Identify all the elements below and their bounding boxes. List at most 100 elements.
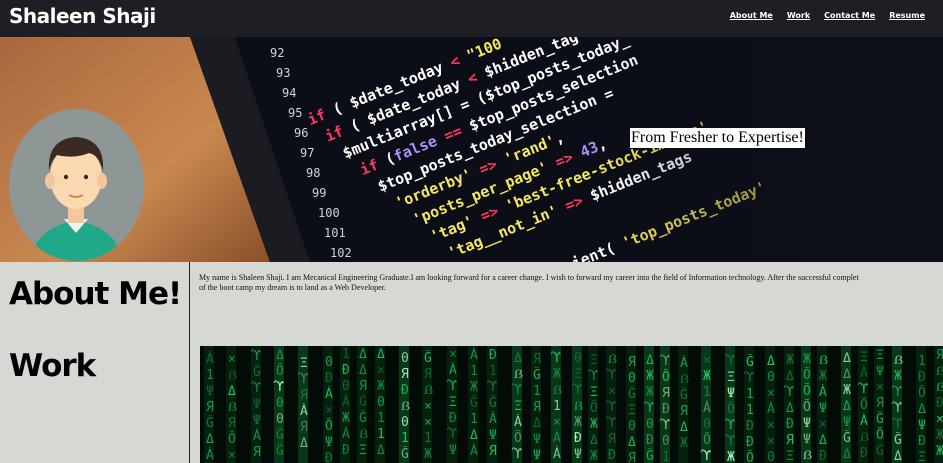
svg-text:0: 0 xyxy=(276,396,284,411)
svg-text:Ж: Ж xyxy=(843,383,851,398)
svg-text:Δ: Δ xyxy=(819,433,827,448)
svg-text:Ξ: Ξ xyxy=(574,367,582,382)
svg-text:Ĝ: Ĝ xyxy=(628,386,636,402)
svg-text:1: 1 xyxy=(342,347,350,362)
svg-text:Ж: Ж xyxy=(470,380,478,395)
svg-text:Ξ: Ξ xyxy=(786,449,794,463)
nav-link-contact-me[interactable]: Contact Me xyxy=(824,11,875,20)
svg-text:Ψ: Ψ xyxy=(803,432,811,447)
svg-text:Δ: Δ xyxy=(918,402,926,417)
about-text-line: My name is Shaleen Shaji. I am Mecanical… xyxy=(199,273,859,282)
svg-text:0: 0 xyxy=(377,395,385,410)
svg-text:Ĝ: Ĝ xyxy=(646,448,654,463)
work-heading[interactable]: Work xyxy=(9,348,96,384)
svg-text:Ð: Ð xyxy=(918,434,926,449)
svg-text:Ĝ: Ĝ xyxy=(359,394,367,410)
svg-text:À: À xyxy=(206,447,214,463)
svg-text:92: 92 xyxy=(270,46,284,60)
svg-text:Ð: Ð xyxy=(819,449,827,463)
svg-text:Я: Я xyxy=(253,445,261,460)
svg-text:×: × xyxy=(703,353,711,368)
svg-text:Δ: Δ xyxy=(590,433,598,448)
svg-text:Ĝ: Ĝ xyxy=(533,367,541,383)
svg-text:Õ: Õ xyxy=(590,400,598,416)
svg-text:Δ: Δ xyxy=(786,401,794,416)
about-me-heading[interactable]: About Me! xyxy=(9,276,182,312)
svg-text:À: À xyxy=(253,428,261,444)
svg-text:×: × xyxy=(449,347,457,362)
svg-text:Ψ: Ψ xyxy=(727,386,735,401)
svg-text:Ж: Ж xyxy=(646,385,654,400)
svg-text:Ж: Ж xyxy=(894,369,902,384)
svg-text:À: À xyxy=(449,362,457,378)
svg-text:Õ: Õ xyxy=(803,383,811,399)
svg-text:×: × xyxy=(553,415,561,430)
svg-text:1: 1 xyxy=(746,387,754,402)
svg-text:Я: Я xyxy=(206,400,214,415)
svg-text:Ж: Ж xyxy=(590,417,598,432)
svg-text:1: 1 xyxy=(470,412,478,427)
svg-text:Ĝ: Ĝ xyxy=(876,443,884,459)
svg-text:1: 1 xyxy=(377,411,385,426)
svg-text:Я: Я xyxy=(228,416,236,431)
nav-link-about-me[interactable]: About Me xyxy=(730,11,773,20)
svg-text:À: À xyxy=(553,446,561,462)
svg-text:ẞ: ẞ xyxy=(680,372,689,387)
svg-text:1: 1 xyxy=(553,399,561,414)
svg-text:Δ: Δ xyxy=(786,369,794,384)
svg-text:Я: Я xyxy=(489,444,497,459)
svg-text:0: 0 xyxy=(628,371,636,386)
svg-text:Ψ: Ψ xyxy=(803,416,811,431)
work-preview-image: À 1 Ψ Я Ĝ Δ À × ẞ Δ ẞ Я Õ × ϓ Ĝ ϓ Ψ Ψ À Я Δ Õ ϓ 0 0 Ĝ Ĝ Ξ ϓ Я À Я Δ 0 Ð À × Õ Ψ… xyxy=(200,346,943,463)
svg-text:0: 0 xyxy=(401,415,409,430)
nav-link-resume[interactable]: Resume xyxy=(889,11,925,20)
svg-text:Ð: Ð xyxy=(860,446,868,461)
svg-text:0: 0 xyxy=(767,370,775,385)
svg-text:0: 0 xyxy=(628,419,636,434)
svg-text:Ξ: Ξ xyxy=(727,370,735,385)
svg-text:1: 1 xyxy=(377,427,385,442)
svg-text:×: × xyxy=(767,386,775,401)
svg-text:ẞ: ẞ xyxy=(228,400,237,415)
svg-text:Ψ: Ψ xyxy=(533,432,541,447)
person-avatar-icon xyxy=(9,109,144,261)
svg-text:1: 1 xyxy=(918,354,926,369)
svg-text:Ð: Ð xyxy=(646,433,654,448)
hero-banner: 92 93 94 95 96 97 98 99 100 101 102 if ( $date_… xyxy=(0,37,943,262)
svg-text:Ψ: Ψ xyxy=(843,415,851,430)
svg-text:98: 98 xyxy=(306,166,320,180)
svg-text:Ж: Ж xyxy=(803,352,811,367)
svg-text:0: 0 xyxy=(325,355,333,370)
svg-text:À: À xyxy=(860,413,868,429)
svg-text:Я: Я xyxy=(401,367,409,382)
svg-text:Ξ: Ξ xyxy=(860,350,868,365)
svg-text:Õ: Õ xyxy=(918,385,926,401)
svg-text:×: × xyxy=(377,363,385,378)
profile-avatar xyxy=(9,109,144,261)
svg-text:96: 96 xyxy=(294,126,308,140)
svg-text:Ж: Ж xyxy=(936,444,943,459)
svg-text:Ĝ: Ĝ xyxy=(424,350,432,366)
svg-text:100: 100 xyxy=(318,206,340,220)
svg-text:Ξ: Ξ xyxy=(876,348,884,363)
svg-text:Ж: Ж xyxy=(424,447,432,462)
svg-text:Я: Я xyxy=(628,355,636,370)
svg-text:Ξ: Ξ xyxy=(300,356,308,371)
svg-text:94: 94 xyxy=(282,86,296,100)
svg-text:ẞ: ẞ xyxy=(803,448,812,463)
svg-text:À: À xyxy=(300,403,308,419)
svg-text:1: 1 xyxy=(470,364,478,379)
svg-text:Ĝ: Ĝ xyxy=(876,411,884,427)
nav-link-work[interactable]: Work xyxy=(787,11,810,20)
svg-text:×: × xyxy=(608,384,616,399)
svg-text:Ĝ: Ĝ xyxy=(843,430,851,446)
svg-text:1: 1 xyxy=(746,403,754,418)
svg-text:Ж: Ж xyxy=(590,449,598,463)
svg-text:Ξ: Ξ xyxy=(918,450,926,463)
svg-text:Ð: Ð xyxy=(342,363,350,378)
about-me-paragraph: My name is Shaleen Shaji. I am Mecanical… xyxy=(199,273,943,293)
svg-text:Ψ: Ψ xyxy=(206,384,214,399)
svg-text:Δ: Δ xyxy=(276,348,284,363)
svg-text:Ж: Ж xyxy=(727,450,735,463)
svg-text:Ξ: Ξ xyxy=(359,443,367,458)
